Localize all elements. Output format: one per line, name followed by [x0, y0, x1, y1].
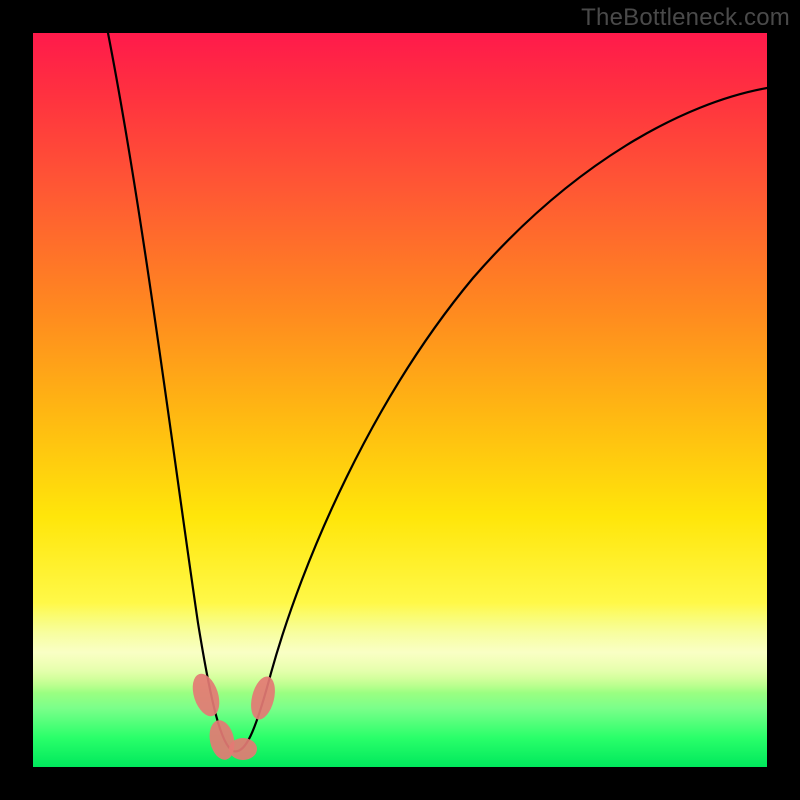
curve-layer: [33, 33, 767, 767]
marker-4: [247, 674, 279, 722]
chart-container: TheBottleneck.com: [0, 0, 800, 800]
bottleneck-curve: [108, 33, 767, 751]
watermark-text: TheBottleneck.com: [581, 4, 790, 32]
marker-1: [188, 670, 224, 719]
plot-area: [33, 33, 767, 767]
marker-3: [229, 738, 257, 760]
